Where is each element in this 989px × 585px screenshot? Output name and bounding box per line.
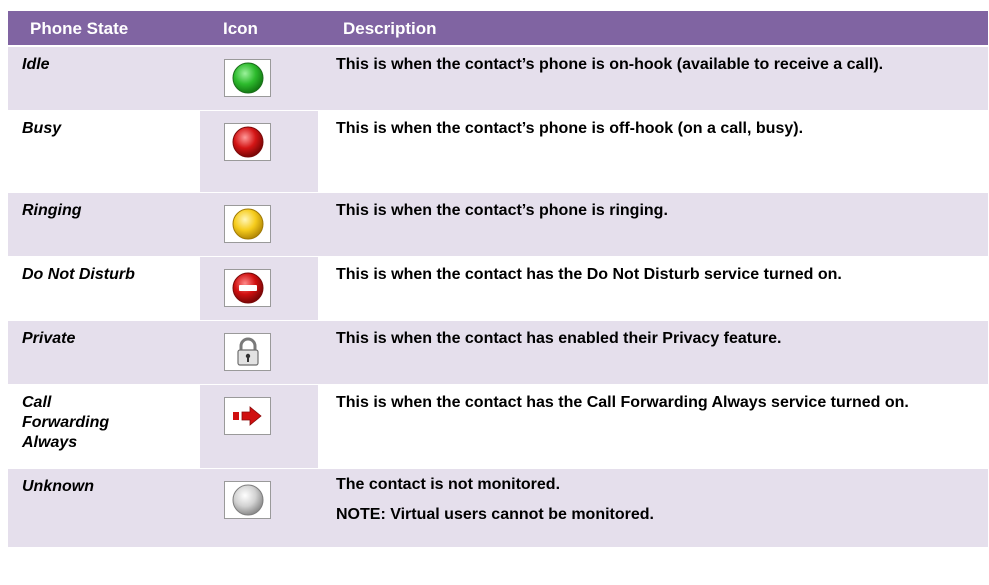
- state-label: Busy: [22, 120, 62, 137]
- phone-state-table: Phone State Icon Description Idle This i…: [8, 11, 988, 548]
- table-row-idle: Idle This is when the contact’s phone is…: [8, 47, 988, 111]
- description: This is when the contact has enabled the…: [336, 330, 782, 347]
- description-note: NOTE: Virtual users cannot be monitored.: [336, 506, 654, 523]
- unknown-gray-circle-icon: [224, 481, 271, 519]
- header-icon: Icon: [223, 19, 258, 38]
- description: This is when the contact has the Do Not …: [336, 266, 842, 283]
- busy-red-circle-icon: [224, 123, 271, 161]
- header-description: Description: [343, 19, 437, 38]
- state-label: Ringing: [22, 202, 82, 219]
- call-forward-arrow-icon: [224, 397, 271, 435]
- description-text: The contact is not monitored.: [336, 476, 561, 493]
- description: This is when the contact has the Call Fo…: [336, 394, 909, 411]
- state-label: Do Not Disturb: [22, 266, 135, 283]
- header-phone-state: Phone State: [30, 19, 129, 38]
- do-not-disturb-icon: [224, 269, 271, 307]
- table-row-busy: Busy This is when the contact’s phone is…: [8, 111, 988, 193]
- table-header: Phone State Icon Description: [8, 11, 988, 47]
- state-label: Unknown: [22, 478, 94, 495]
- table-row-call-forwarding-always: Call Forwarding Always This is when the …: [8, 385, 988, 469]
- description: The contact is not monitored. NOTE: Virt…: [322, 469, 982, 525]
- state-label: Idle: [22, 56, 50, 73]
- table-row-ringing: Ringing This is when the contact’s phone…: [8, 193, 988, 257]
- idle-green-circle-icon: [224, 59, 271, 97]
- table-row-unknown: Unknown The contact is not monitored. NO…: [8, 469, 988, 548]
- description: This is when the contact’s phone is on-h…: [336, 56, 884, 73]
- padlock-icon: [224, 333, 271, 371]
- description: This is when the contact’s phone is ring…: [336, 202, 668, 219]
- description: This is when the contact’s phone is off-…: [336, 120, 804, 137]
- ringing-yellow-circle-icon: [224, 205, 271, 243]
- table-row-private: Private This is when the contact has ena…: [8, 321, 988, 385]
- table-row-do-not-disturb: Do Not Disturb This is when the contact …: [8, 257, 988, 321]
- state-label: Private: [22, 330, 76, 347]
- state-label: Call Forwarding Always: [22, 394, 110, 451]
